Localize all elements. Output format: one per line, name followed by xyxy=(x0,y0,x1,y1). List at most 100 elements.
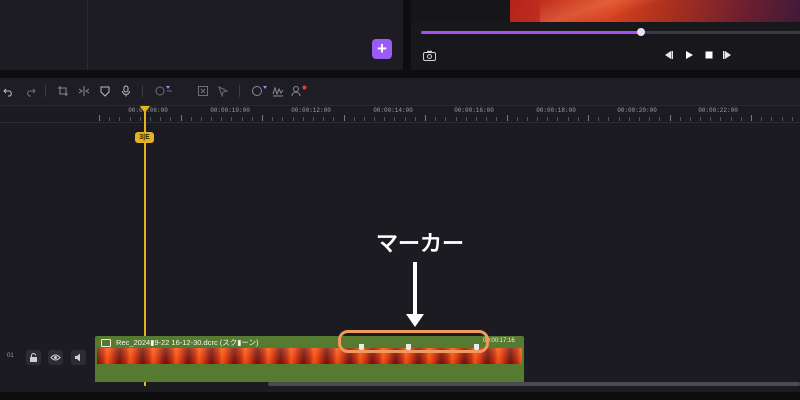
ruler-tick xyxy=(242,117,243,121)
ruler-tick xyxy=(710,117,711,121)
ruler-tick xyxy=(527,117,528,121)
ruler-time-label: 00:00:18:00 xyxy=(536,107,576,114)
playhead-handle[interactable]: 3|E xyxy=(135,132,154,143)
ruler-tick xyxy=(221,117,222,121)
ruler-tick xyxy=(782,117,783,121)
motion-tracking-icon[interactable] xyxy=(217,85,229,97)
voice-changer-icon[interactable] xyxy=(291,85,309,97)
ruler-tick xyxy=(588,115,589,121)
ruler-tick xyxy=(344,115,345,121)
ruler-tick xyxy=(496,117,497,121)
ruler-tick xyxy=(364,117,365,121)
eye-icon[interactable] xyxy=(48,350,63,365)
mic-icon[interactable] xyxy=(120,85,132,97)
lock-icon[interactable] xyxy=(26,350,41,365)
ruler-tick xyxy=(130,117,131,121)
ruler-tick xyxy=(282,117,283,121)
ruler-tick xyxy=(771,117,772,121)
ruler-tick xyxy=(649,117,650,121)
ruler-tick xyxy=(262,115,263,121)
marker-annotation-label: マーカー xyxy=(375,232,464,257)
ruler-tick xyxy=(690,117,691,121)
ruler-tick xyxy=(731,117,732,121)
ruler-tick xyxy=(415,117,416,121)
toolbar-separator xyxy=(239,85,240,97)
ruler-tick xyxy=(272,117,273,121)
undo-icon[interactable] xyxy=(3,85,15,97)
ruler-tick xyxy=(608,117,609,121)
ruler-tick xyxy=(619,117,620,121)
ruler-tick xyxy=(680,117,681,121)
stop-icon[interactable] xyxy=(703,48,715,60)
track-number: 01 xyxy=(7,353,14,359)
ruler-tick xyxy=(150,117,151,121)
playhead-top-marker[interactable] xyxy=(140,106,150,113)
ruler-tick xyxy=(456,117,457,121)
mask-icon[interactable] xyxy=(99,85,111,97)
toolbar-separator xyxy=(142,85,143,97)
redo-icon[interactable] xyxy=(24,85,36,97)
ruler-time-label: 00:00:22:00 xyxy=(698,107,738,114)
crop-icon[interactable] xyxy=(57,85,69,97)
ruler-tick xyxy=(374,117,375,121)
ruler-tick xyxy=(99,115,100,121)
ruler-tick xyxy=(598,117,599,121)
camera-icon[interactable] xyxy=(423,48,436,61)
play-icon[interactable] xyxy=(683,48,695,60)
ruler-tick xyxy=(354,117,355,121)
ruler-tick xyxy=(211,117,212,121)
ruler-time-label: 00:00:16:00 xyxy=(454,107,494,114)
freeze-frame-icon[interactable] xyxy=(197,85,209,97)
ruler-tick xyxy=(547,117,548,121)
media-library-panel xyxy=(0,0,403,70)
marker-highlight-box xyxy=(338,330,489,353)
ruler-tick xyxy=(313,117,314,121)
ruler-time-label: 00:00:10:00 xyxy=(210,107,250,114)
ruler-tick xyxy=(323,117,324,121)
ruler-tick xyxy=(751,115,752,121)
ruler-tick xyxy=(170,117,171,121)
ruler-tick xyxy=(507,115,508,121)
playback-progress-fill xyxy=(421,31,641,34)
audio-stretch-icon[interactable] xyxy=(272,85,284,97)
color-match-icon[interactable] xyxy=(251,85,269,97)
ruler-tick xyxy=(140,117,141,121)
add-media-button[interactable]: + xyxy=(372,39,392,59)
ruler-tick xyxy=(517,117,518,121)
ruler-tick xyxy=(720,117,721,121)
ruler-tick xyxy=(670,115,671,121)
ruler-tick xyxy=(405,117,406,121)
ruler-time-label: 00:00:14:00 xyxy=(373,107,413,114)
ruler-tick xyxy=(191,117,192,121)
ruler-tick xyxy=(394,117,395,121)
ruler-tick xyxy=(700,117,701,121)
prev-frame-icon[interactable] xyxy=(662,48,674,60)
ruler-tick xyxy=(578,117,579,121)
ruler-tick xyxy=(181,115,182,121)
ruler-tick xyxy=(486,117,487,121)
ruler-time-label: 00:00:12:00 xyxy=(291,107,331,114)
premium-ai-icon[interactable] xyxy=(155,85,173,97)
ruler-tick xyxy=(445,117,446,121)
scrollbar-thumb[interactable] xyxy=(268,382,800,386)
ruler-tick xyxy=(384,117,385,121)
ruler-tick xyxy=(231,117,232,121)
next-frame-icon[interactable] xyxy=(722,48,734,60)
clip-audio-area xyxy=(95,364,524,382)
toolbar-separator xyxy=(45,85,46,97)
ruler-tick xyxy=(557,117,558,121)
ruler-tick xyxy=(333,117,334,121)
panel-splitter[interactable] xyxy=(403,0,411,70)
video-clip-icon xyxy=(101,339,111,347)
ruler-tick xyxy=(476,117,477,121)
playback-progress-knob[interactable] xyxy=(636,28,645,36)
preview-video-highlight xyxy=(540,0,660,22)
ruler-tick xyxy=(252,117,253,121)
ruler-tick xyxy=(303,117,304,121)
panel-separator xyxy=(0,70,800,78)
clip-title: Rec_2024▮9-22 16-12-30.dcrc (スク▮ーン) xyxy=(116,338,259,347)
speaker-icon[interactable] xyxy=(71,350,86,365)
ruler-tick xyxy=(293,117,294,121)
ruler-tick xyxy=(119,117,120,121)
split-icon[interactable] xyxy=(78,85,90,97)
